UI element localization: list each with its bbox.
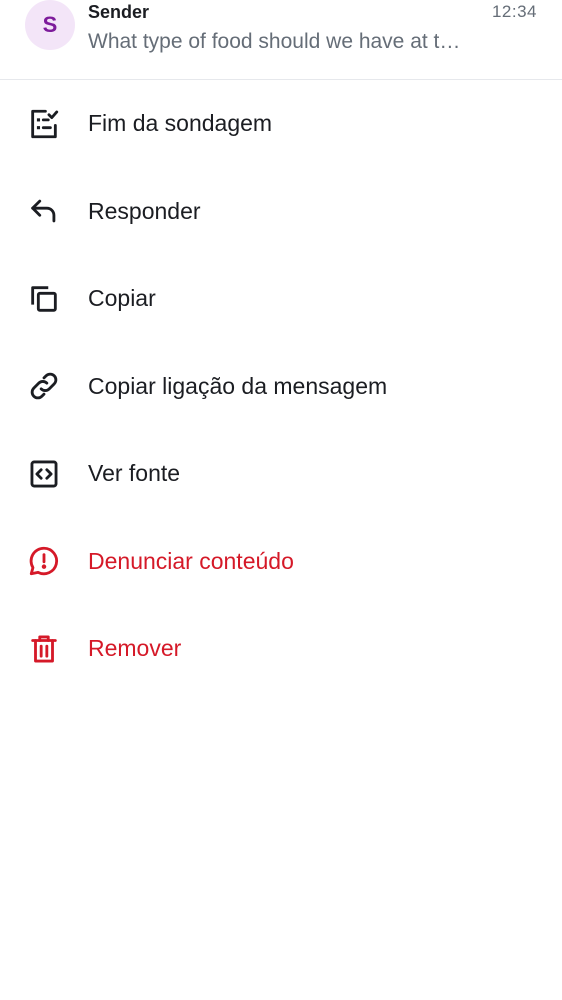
sender-avatar[interactable]: S bbox=[25, 0, 75, 50]
poll-end-icon bbox=[27, 107, 61, 141]
message-actions-menu: Fim da sondagem Responder Copiar Copiar … bbox=[0, 80, 562, 693]
menu-item-reply[interactable]: Responder bbox=[0, 168, 562, 256]
menu-item-copy[interactable]: Copiar bbox=[0, 255, 562, 343]
menu-item-end-poll[interactable]: Fim da sondagem bbox=[0, 80, 562, 168]
menu-item-label: Remover bbox=[88, 635, 182, 662]
menu-item-remove[interactable]: Remover bbox=[0, 605, 562, 693]
reply-icon bbox=[27, 194, 61, 228]
menu-item-label: Denunciar conteúdo bbox=[88, 547, 294, 574]
menu-item-label: Copiar bbox=[88, 285, 156, 312]
menu-item-copy-link[interactable]: Copiar ligação da mensagem bbox=[0, 343, 562, 431]
menu-item-label: Responder bbox=[88, 197, 201, 224]
menu-item-label: Ver fonte bbox=[88, 460, 181, 487]
menu-item-report[interactable]: Denunciar conteúdo bbox=[0, 518, 562, 606]
menu-item-label: Fim da sondagem bbox=[88, 110, 273, 137]
copy-icon bbox=[27, 282, 61, 316]
report-icon bbox=[27, 544, 61, 578]
menu-item-view-source[interactable]: Ver fonte bbox=[0, 430, 562, 518]
menu-item-label: Copiar ligação da mensagem bbox=[88, 372, 388, 399]
avatar-letter: S bbox=[42, 12, 58, 37]
link-icon bbox=[27, 369, 61, 403]
trash-icon bbox=[27, 632, 61, 666]
message-preview: What type of food should we have at the … bbox=[88, 30, 468, 53]
sender-name: Sender bbox=[88, 2, 150, 22]
message-header: S Sender What type of food should we hav… bbox=[0, 0, 562, 80]
view-source-icon bbox=[27, 457, 61, 491]
message-timestamp: 12:34 bbox=[491, 2, 537, 21]
